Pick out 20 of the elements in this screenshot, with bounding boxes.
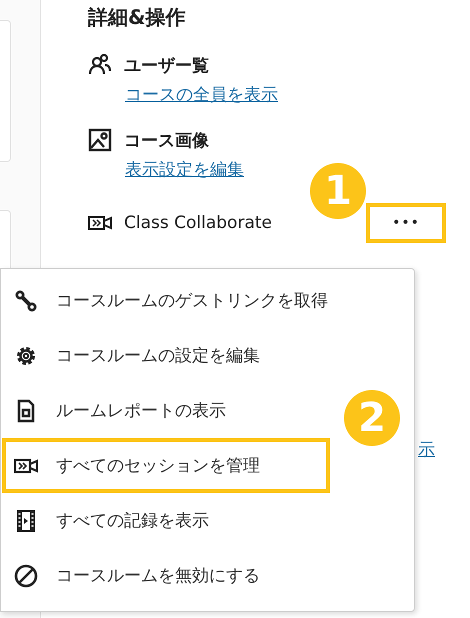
item-link[interactable]: 示 [418, 438, 435, 461]
image-icon [88, 128, 112, 152]
more-options-button[interactable]: ••• [366, 203, 446, 243]
step-badge: 1 [310, 163, 366, 219]
item-link[interactable]: 表示設定を編集 [125, 158, 244, 181]
menu-item[interactable]: コースルームのゲストリンクを取得 [2, 273, 330, 328]
menu-item[interactable]: ルームレポートの表示 [2, 383, 330, 438]
menu-item[interactable]: すべてのセッションを管理 [2, 438, 330, 493]
users-icon [88, 53, 112, 77]
film-icon [14, 508, 38, 532]
prohibited-icon [14, 564, 38, 588]
menu-item[interactable]: コースルームの設定を編集 [2, 328, 330, 383]
item-title: ユーザー覧 [124, 54, 209, 76]
panel-heading: 詳細&操作 [88, 4, 186, 31]
item-title: コース画像 [124, 130, 209, 152]
item-link[interactable]: コースの全員を表示 [125, 83, 278, 106]
link-icon [14, 288, 38, 312]
menu-item[interactable]: すべての記録を表示 [2, 493, 330, 548]
menu-item[interactable]: コースルームを無効にする [2, 548, 330, 603]
collaborate-title: Class Collaborate [124, 213, 272, 233]
